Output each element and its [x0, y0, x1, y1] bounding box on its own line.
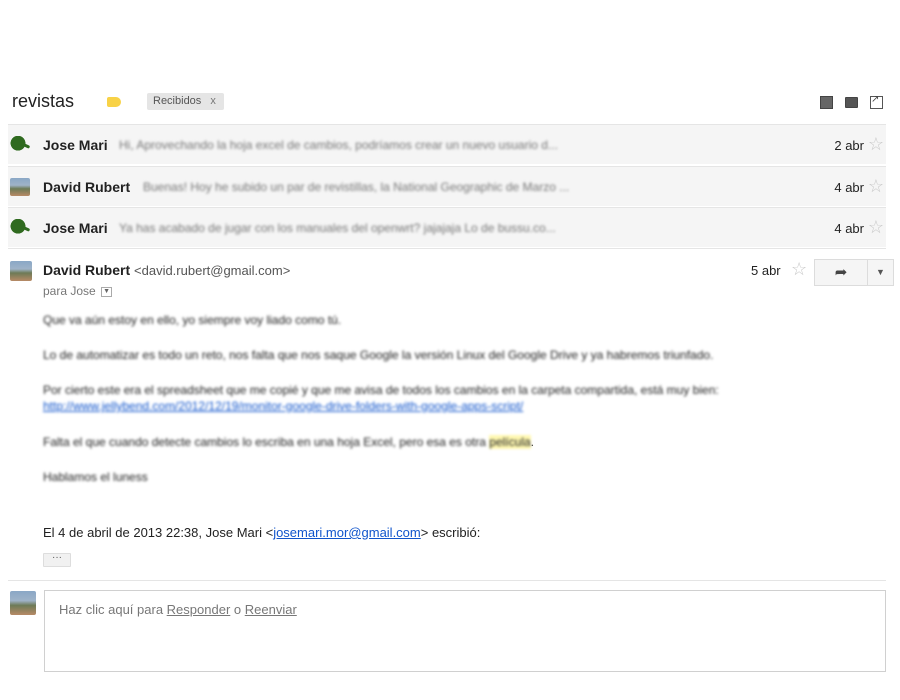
- recipient-text: para Jose: [43, 284, 96, 298]
- thread-header: revistas Recibidos x: [0, 88, 900, 124]
- more-options-button[interactable]: ▼: [868, 259, 894, 286]
- show-trimmed-content-button[interactable]: ···: [43, 553, 71, 567]
- row-date: 4 abr: [834, 221, 864, 236]
- new-window-icon[interactable]: [870, 94, 883, 109]
- row-date: 4 abr: [834, 180, 864, 195]
- photo-avatar: [10, 261, 32, 281]
- message-row[interactable]: David Rubert Buenas! Hoy he subido un pa…: [8, 166, 886, 206]
- label-chip-inbox: Recibidos x: [147, 93, 224, 110]
- show-details-icon[interactable]: ▼: [101, 286, 113, 297]
- row-snippet: Ya has acabado de jugar con los manuales…: [119, 221, 556, 235]
- row-sender: Jose Mari: [43, 220, 108, 236]
- body-line: Hablamos el luness: [43, 470, 148, 484]
- photo-avatar: [10, 178, 30, 196]
- chevron-down-icon: ▼: [876, 267, 885, 277]
- thread-subject: revistas: [12, 91, 75, 111]
- star-icon[interactable]: ☆: [868, 134, 884, 155]
- label-chip-text: Recibidos: [153, 95, 202, 107]
- row-date: 2 abr: [834, 138, 864, 153]
- sender-name[interactable]: David Rubert: [43, 262, 130, 278]
- message-date: 5 abr: [751, 263, 781, 278]
- body-line: Que va aún estoy en ello, yo siempre voy…: [43, 313, 342, 327]
- body-line-text: Falta el que cuando detecte cambios lo e…: [43, 435, 486, 449]
- print-icon[interactable]: [845, 97, 858, 108]
- message-row[interactable]: Jose Mari Hi, Aprovechando la hoja excel…: [8, 124, 886, 164]
- expanded-message: David Rubert <david.rubert@gmail.com> pa…: [8, 248, 894, 581]
- reply-button[interactable]: ➦: [814, 259, 868, 286]
- reply-link[interactable]: Responder: [167, 602, 231, 617]
- kiwi-bird-icon: [10, 219, 30, 237]
- quote-suffix: > escribió:: [420, 525, 481, 540]
- body-line-period: .: [530, 435, 535, 449]
- reply-box[interactable]: Haz clic aquí para Responder o Reenviar: [44, 590, 886, 672]
- row-snippet: Hi, Aprovechando la hoja excel de cambio…: [119, 138, 558, 152]
- quote-header: El 4 de abril de 2013 22:38, Jose Mari <…: [43, 525, 480, 540]
- photo-avatar: [10, 591, 36, 615]
- sender-line: David Rubert <david.rubert@gmail.com>: [43, 262, 290, 278]
- label-tag-icon[interactable]: [107, 97, 121, 107]
- body-line-text: Por cierto este era el spreadsheet que m…: [43, 383, 719, 397]
- reply-prompt: Haz clic aquí para Responder o Reenviar: [59, 602, 297, 617]
- kiwi-bird-icon: [10, 136, 30, 154]
- star-icon[interactable]: ☆: [868, 176, 884, 197]
- quote-prefix: El 4 de abril de 2013 22:38, Jose Mari <: [43, 525, 274, 540]
- reply-prompt-prefix: Haz clic aquí para: [59, 602, 167, 617]
- quote-email-link[interactable]: josemari.mor@gmail.com: [273, 525, 421, 540]
- divider: [8, 580, 886, 581]
- recipient-line: para Jose ▼: [43, 284, 113, 298]
- highlighted-word: película: [489, 435, 531, 449]
- star-icon[interactable]: ☆: [791, 259, 807, 280]
- reply-prompt-middle: o: [230, 602, 245, 617]
- body-line: Lo de automatizar es todo un reto, nos f…: [43, 348, 714, 362]
- message-row[interactable]: Jose Mari Ya has acabado de jugar con lo…: [8, 207, 886, 247]
- reply-arrow-icon: ➦: [834, 264, 848, 281]
- sender-email: <david.rubert@gmail.com>: [134, 263, 291, 278]
- body-line-spreadsheet: Por cierto este era el spreadsheet que m…: [43, 383, 719, 397]
- row-sender: Jose Mari: [43, 137, 108, 153]
- row-sender: David Rubert: [43, 179, 131, 195]
- remove-label-button[interactable]: x: [210, 95, 216, 107]
- star-icon[interactable]: ☆: [868, 217, 884, 238]
- expand-all-icon[interactable]: [820, 96, 833, 109]
- forward-link[interactable]: Reenviar: [245, 602, 297, 617]
- body-line-excel: Falta el que cuando detecte cambios lo e…: [43, 435, 534, 449]
- spreadsheet-link[interactable]: http://www.jellybend.com/2012/12/19/moni…: [43, 399, 523, 413]
- row-snippet: Buenas! Hoy he subido un par de revistil…: [143, 180, 570, 194]
